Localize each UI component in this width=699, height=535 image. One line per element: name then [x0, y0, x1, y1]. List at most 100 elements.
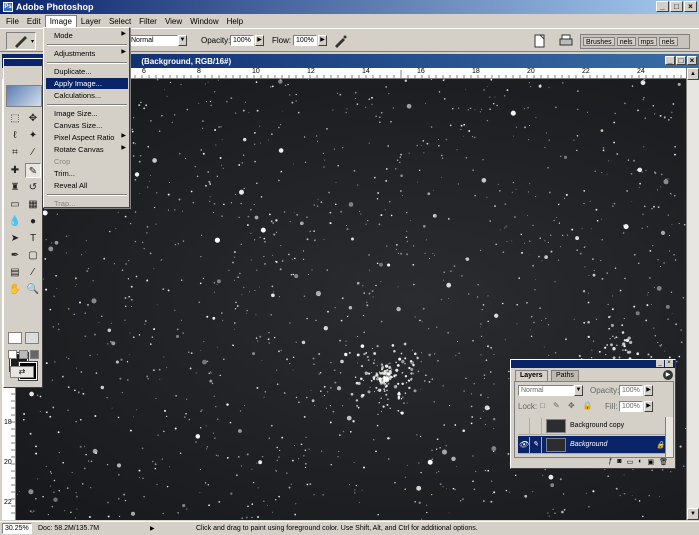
status-menu-arrow[interactable]: ▶: [150, 525, 158, 532]
lasso-tool-icon[interactable]: ℓ: [7, 128, 23, 143]
fill-field[interactable]: 100%: [619, 401, 643, 412]
menu-item-canvas-size[interactable]: Canvas Size...: [46, 120, 128, 131]
layer-thumbnail[interactable]: [546, 437, 566, 452]
layers-palette-title-bar[interactable]: [511, 360, 675, 368]
clone-stamp-tool-icon[interactable]: ♜: [7, 180, 23, 195]
type-tool-icon[interactable]: T: [25, 231, 41, 246]
layer-name[interactable]: Background: [570, 441, 656, 448]
screen-mode-full-menu-icon[interactable]: [19, 350, 28, 359]
layer-row[interactable]: Background copy: [518, 417, 668, 435]
well-tab-brushes[interactable]: Brushes: [583, 37, 615, 46]
path-selection-tool-icon[interactable]: ➤: [7, 231, 23, 246]
menu-item-trim[interactable]: Trim...: [46, 168, 128, 179]
doc-maximize-button[interactable]: □: [676, 56, 686, 65]
layer-name[interactable]: Background copy: [570, 422, 668, 429]
menu-item-adjustments[interactable]: Adjustments: [46, 48, 128, 59]
well-tab-3[interactable]: mps: [637, 37, 657, 46]
menu-item-mode[interactable]: Mode: [46, 30, 128, 41]
pen-tool-icon[interactable]: ✒: [7, 248, 23, 263]
well-tab-2[interactable]: nels: [616, 37, 636, 46]
mode-select[interactable]: Normal: [128, 35, 178, 46]
zoom-tool-icon[interactable]: 🔍: [25, 282, 41, 297]
marquee-tool-icon[interactable]: ⬚: [7, 111, 23, 126]
menu-item-duplicate[interactable]: Duplicate...: [46, 66, 128, 77]
menu-item-pixel-aspect-ratio[interactable]: Pixel Aspect Ratio: [46, 132, 128, 143]
menu-item-reveal-all[interactable]: Reveal All: [46, 180, 128, 191]
shape-tool-icon[interactable]: ▢: [25, 248, 41, 263]
quick-mask-mode-icon[interactable]: [25, 332, 39, 344]
blend-mode-dropdown-arrow[interactable]: ▼: [574, 385, 583, 396]
notes-tool-icon[interactable]: ▤: [7, 265, 23, 280]
file-browser-icon[interactable]: [534, 34, 546, 48]
minimize-button[interactable]: _: [656, 1, 669, 12]
slice-tool-icon[interactable]: ∕: [25, 145, 41, 160]
dodge-tool-icon[interactable]: ●: [25, 214, 41, 229]
history-brush-tool-icon[interactable]: ↺: [25, 180, 41, 195]
menu-item-calculations[interactable]: Calculations...: [46, 90, 128, 101]
tab-paths[interactable]: Paths: [551, 370, 579, 381]
magic-wand-tool-icon[interactable]: ✦: [25, 128, 41, 143]
menu-edit[interactable]: Edit: [23, 15, 45, 28]
menu-help[interactable]: Help: [223, 15, 247, 28]
layer-mask-icon[interactable]: ◙: [617, 458, 621, 468]
menu-view[interactable]: View: [161, 15, 186, 28]
menu-layer[interactable]: Layer: [77, 15, 105, 28]
layer-link-brush-icon[interactable]: [530, 417, 542, 434]
flow-slider-arrow[interactable]: ▶: [318, 35, 327, 46]
menu-item-rotate-canvas[interactable]: Rotate Canvas: [46, 144, 128, 155]
menu-filter[interactable]: Filter: [135, 15, 161, 28]
doc-close-button[interactable]: ×: [687, 56, 697, 65]
maximize-button[interactable]: □: [670, 1, 683, 12]
layer-set-icon[interactable]: ▭: [627, 458, 634, 468]
palette-menu-icon[interactable]: ▶: [663, 370, 673, 380]
flow-field[interactable]: 100%: [293, 35, 317, 46]
layer-style-icon[interactable]: ƒ: [608, 458, 612, 468]
screen-mode-standard-icon[interactable]: [8, 350, 17, 359]
layer-thumbnail[interactable]: [546, 418, 566, 433]
toolbox-title-bar[interactable]: [4, 59, 42, 66]
print-icon[interactable]: [558, 34, 574, 48]
lock-icons[interactable]: □ ✎ ✥ 🔒: [540, 401, 596, 410]
layers-palette-close-button[interactable]: ×: [665, 360, 673, 367]
well-tab-4[interactable]: nels: [658, 37, 678, 46]
delete-layer-icon[interactable]: 🗑: [659, 458, 668, 468]
airbrush-icon[interactable]: [332, 33, 348, 49]
menu-window[interactable]: Window: [186, 15, 222, 28]
eraser-tool-icon[interactable]: ▭: [7, 197, 23, 212]
layer-visibility-eye-icon[interactable]: [518, 417, 530, 434]
scroll-down-button[interactable]: ▼: [687, 508, 699, 520]
layer-link-brush-icon[interactable]: ✎: [530, 436, 542, 453]
crop-tool-icon[interactable]: ⌗: [7, 145, 23, 160]
menu-select[interactable]: Select: [105, 15, 135, 28]
mode-dropdown-arrow[interactable]: ▼: [178, 35, 187, 46]
layer-opacity-field[interactable]: 100%: [619, 385, 643, 396]
doc-minimize-button[interactable]: _: [665, 56, 675, 65]
screen-mode-full-icon[interactable]: [30, 350, 39, 359]
layer-row[interactable]: 👁 ✎ Background 🔒: [518, 436, 668, 454]
layers-palette-minimize-button[interactable]: _: [656, 360, 664, 367]
opacity-slider-arrow[interactable]: ▶: [255, 35, 264, 46]
layer-visibility-eye-icon[interactable]: 👁: [518, 436, 530, 453]
close-button[interactable]: ×: [684, 1, 697, 12]
eyedropper-tool-icon[interactable]: ⁄: [25, 265, 41, 280]
menu-image[interactable]: Image: [44, 14, 77, 28]
layer-opacity-arrow[interactable]: ▶: [644, 385, 653, 396]
fill-arrow[interactable]: ▶: [644, 401, 653, 412]
blend-mode-select[interactable]: Normal: [518, 385, 574, 396]
photoshop-feather-logo[interactable]: [6, 85, 42, 107]
healing-brush-tool-icon[interactable]: ✚: [7, 163, 23, 178]
new-layer-icon[interactable]: ▣: [647, 458, 654, 468]
menu-item-apply-image[interactable]: Apply Image...: [46, 78, 128, 89]
jump-to-imageready-icon[interactable]: ⇄: [10, 366, 34, 378]
menu-item-image-size[interactable]: Image Size...: [46, 108, 128, 119]
zoom-level-field[interactable]: 30.25%: [2, 523, 32, 534]
vertical-scrollbar[interactable]: ▲ ▼: [686, 68, 699, 520]
brush-tool-icon[interactable]: ✎: [25, 163, 41, 178]
adjustment-layer-icon[interactable]: ◐: [638, 458, 642, 468]
gradient-tool-icon[interactable]: ▦: [25, 197, 41, 212]
move-tool-icon[interactable]: ✥: [25, 111, 41, 126]
layers-scrollbar[interactable]: [665, 417, 673, 457]
scroll-up-button[interactable]: ▲: [687, 68, 699, 80]
hand-tool-icon[interactable]: ✋: [7, 282, 23, 297]
opacity-field[interactable]: 100%: [230, 35, 254, 46]
